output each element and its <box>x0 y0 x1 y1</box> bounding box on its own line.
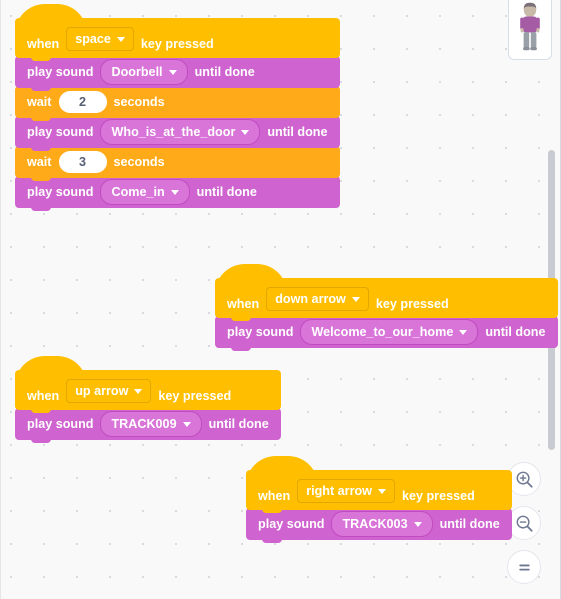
dropdown-value: space <box>75 32 111 46</box>
block-label: wait <box>27 95 52 109</box>
number-input[interactable]: 2 <box>58 91 107 113</box>
script-stack[interactable]: when down arrow key pressed play sound Welco… <box>215 264 558 351</box>
chevron-down-icon <box>170 189 179 195</box>
stack-block[interactable]: wait 3 seconds <box>15 146 340 181</box>
hat-block[interactable]: when right arrow key pressed <box>246 456 512 513</box>
zoom-out-button[interactable] <box>507 506 541 540</box>
dropdown-value: Come_in <box>111 185 165 199</box>
dropdown-value: up arrow <box>75 384 129 398</box>
stack-block[interactable]: play sound TRACK009 until done <box>15 408 281 443</box>
block-label: play sound <box>227 325 294 339</box>
chevron-down-icon <box>413 521 422 527</box>
dropdown-value: right arrow <box>306 484 372 498</box>
block-label: play sound <box>27 185 94 199</box>
block-label: until done <box>439 517 500 531</box>
dropdown-field[interactable]: Doorbell <box>100 59 188 85</box>
block-label: play sound <box>27 417 94 431</box>
dropdown-field[interactable]: up arrow <box>66 379 152 403</box>
block-label: play sound <box>27 125 94 139</box>
block-label: until done <box>208 417 269 431</box>
block-label: when <box>27 37 60 51</box>
chevron-down-icon <box>182 421 191 427</box>
number-input[interactable]: 3 <box>58 151 107 173</box>
block-label: key pressed <box>158 389 232 403</box>
dropdown-value: TRACK009 <box>111 417 177 431</box>
script-stack[interactable]: when right arrow key pressed play sound TRAC… <box>246 456 512 543</box>
sprite-figure-icon <box>520 2 540 51</box>
chevron-down-icon <box>459 329 468 335</box>
stack-block[interactable]: wait 2 seconds <box>15 86 340 121</box>
dropdown-field[interactable]: Welcome_to_our_home <box>300 319 479 345</box>
chevron-down-icon <box>351 296 360 302</box>
chevron-down-icon <box>168 69 177 75</box>
chevron-down-icon <box>377 488 386 494</box>
block-label: wait <box>27 155 52 169</box>
dropdown-value: Welcome_to_our_home <box>311 325 454 339</box>
block-label: seconds <box>113 155 165 169</box>
block-label: when <box>27 389 60 403</box>
zoom-controls <box>507 462 541 584</box>
dropdown-value: TRACK003 <box>342 517 408 531</box>
hat-block[interactable]: when up arrow key pressed <box>15 356 281 413</box>
zoom-in-button[interactable] <box>507 462 541 496</box>
zoom-reset-button[interactable] <box>507 550 541 584</box>
block-label: until done <box>267 125 328 139</box>
block-label: play sound <box>258 517 325 531</box>
chevron-down-icon <box>241 129 250 135</box>
sprite-thumbnail[interactable] <box>508 0 552 60</box>
dropdown-value: Who_is_at_the_door <box>111 125 236 139</box>
dropdown-field[interactable]: TRACK009 <box>100 411 202 437</box>
dropdown-field[interactable]: Come_in <box>100 179 190 205</box>
dropdown-field[interactable]: space <box>66 27 134 51</box>
chevron-down-icon <box>116 36 125 42</box>
stack-block[interactable]: play sound Come_in until done <box>15 176 340 211</box>
chevron-down-icon <box>134 388 143 394</box>
hat-block[interactable]: when space key pressed <box>15 4 340 61</box>
block-label: seconds <box>113 95 165 109</box>
dropdown-field[interactable]: down arrow <box>266 287 369 311</box>
script-stack[interactable]: when up arrow key pressed play sound TRACK00… <box>15 356 281 443</box>
dropdown-field[interactable]: Who_is_at_the_door <box>100 119 261 145</box>
block-label: key pressed <box>401 489 475 503</box>
block-label: when <box>258 489 291 503</box>
equals-icon <box>518 564 530 570</box>
block-label: when <box>227 297 260 311</box>
dropdown-field[interactable]: right arrow <box>297 479 395 503</box>
stack-block[interactable]: play sound TRACK003 until done <box>246 508 512 543</box>
stack-block[interactable]: play sound Who_is_at_the_door until done <box>15 116 340 151</box>
block-label: until done <box>194 65 255 79</box>
block-label: until done <box>485 325 546 339</box>
block-label: key pressed <box>375 297 449 311</box>
hat-block[interactable]: when down arrow key pressed <box>215 264 558 321</box>
script-stack[interactable]: when space key pressed play sound Doorbell un… <box>15 4 340 211</box>
dropdown-value: down arrow <box>275 292 346 306</box>
dropdown-value: Doorbell <box>111 65 163 79</box>
dropdown-field[interactable]: TRACK003 <box>331 511 433 537</box>
stack-block[interactable]: play sound Welcome_to_our_home until done <box>215 316 558 351</box>
zoom-in-icon <box>516 471 533 488</box>
block-label: key pressed <box>140 37 214 51</box>
zoom-out-icon <box>516 515 533 532</box>
block-label: until done <box>196 185 257 199</box>
block-label: play sound <box>27 65 94 79</box>
stack-block[interactable]: play sound Doorbell until done <box>15 56 340 91</box>
block-workspace[interactable]: when space key pressed play sound Doorbell un… <box>0 0 561 599</box>
